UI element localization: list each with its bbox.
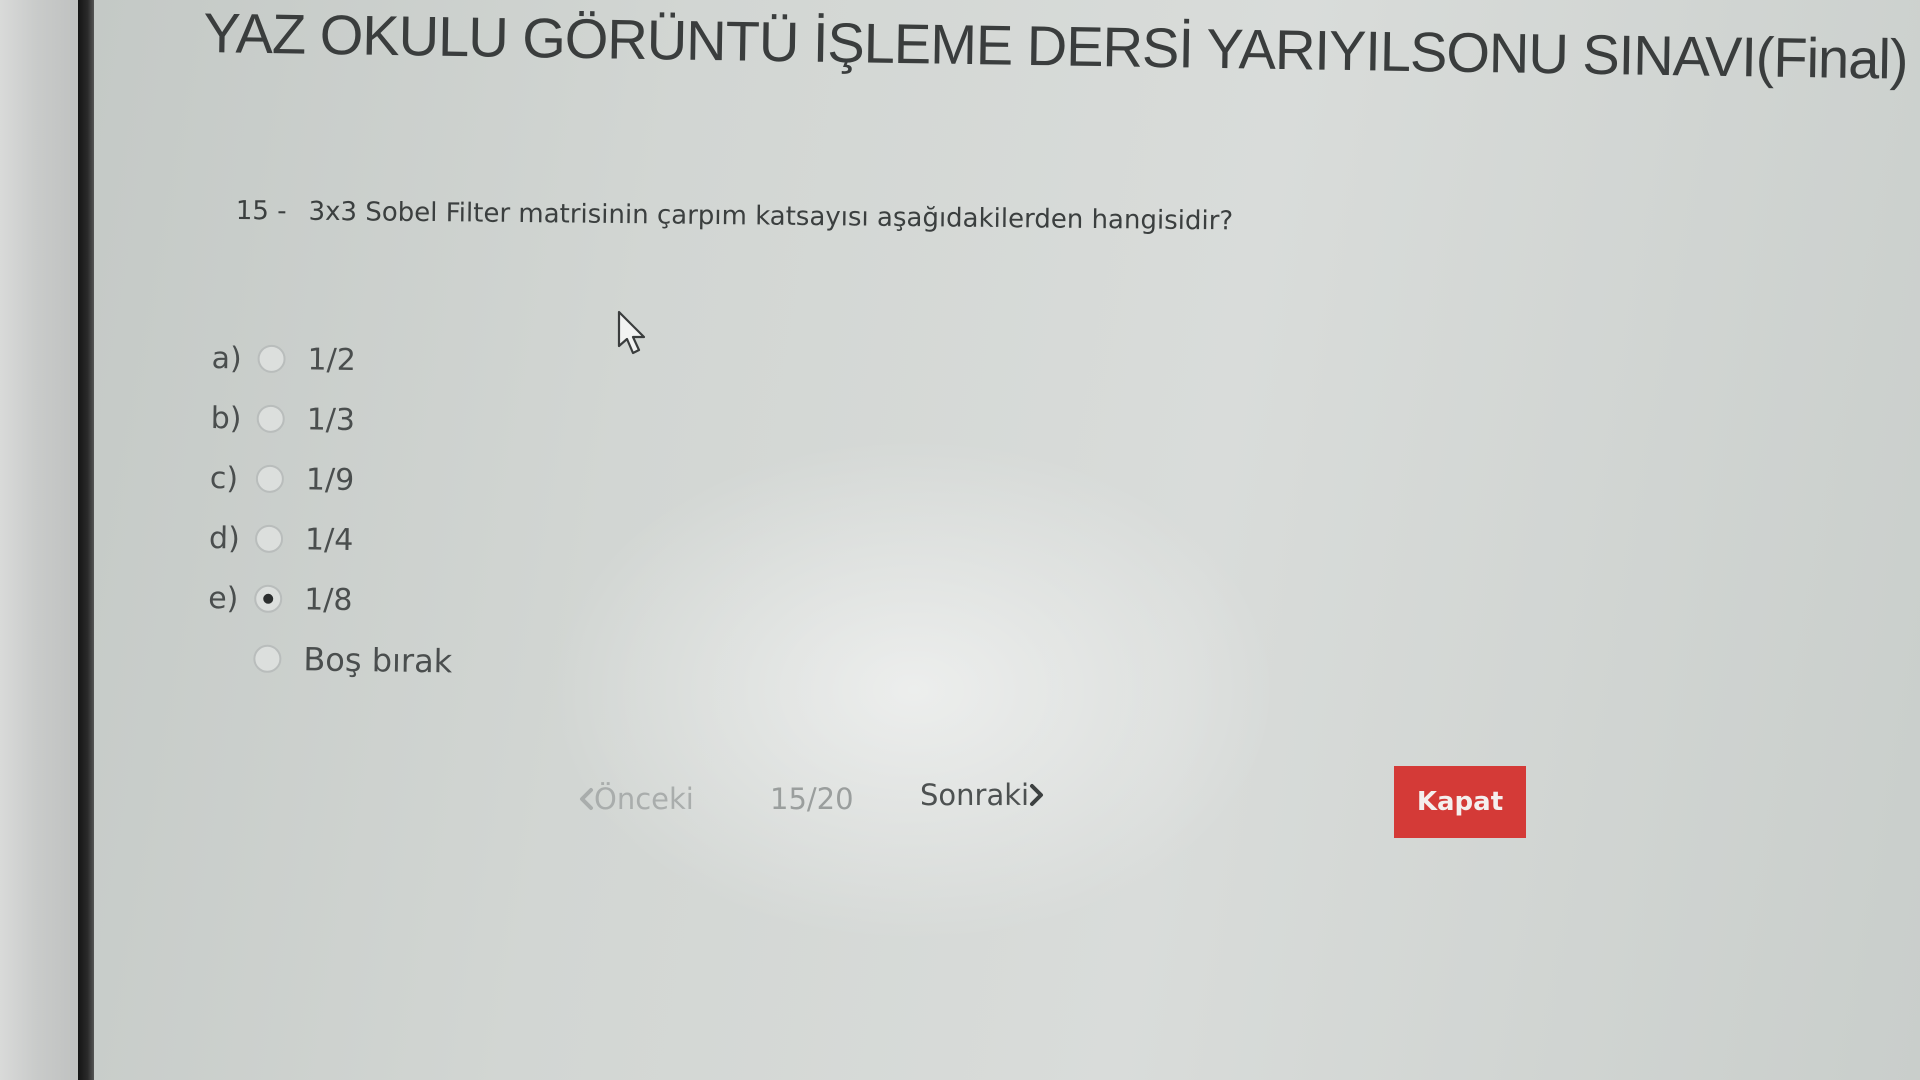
option-letter: d): [208, 520, 241, 556]
option-b[interactable]: b) 1/3: [210, 388, 456, 451]
option-b-radio[interactable]: [256, 404, 285, 434]
option-value: 1/8: [303, 581, 353, 618]
monitor-screen-edge: [78, 0, 94, 1080]
exam-screen: YAZ OKULU GÖRÜNTÜ İŞLEME DERSİ YARIYILSO…: [94, 0, 1920, 1080]
question-number: 15 -: [235, 196, 287, 227]
option-c[interactable]: c) 1/9: [209, 448, 455, 511]
option-letter: c): [209, 460, 239, 496]
question-text: 3x3 Sobel Filter matrisinin çarpım katsa…: [308, 196, 1234, 237]
monitor-bezel: [0, 0, 80, 1080]
option-value: 1/3: [306, 401, 356, 438]
option-letter: e): [207, 580, 239, 616]
answer-options: a) 1/2 b) 1/3 c) 1/9 d) 1/4 e) 1/8 Boş b…: [207, 328, 457, 691]
page-indicator: 15/20: [770, 782, 854, 816]
option-value: 1/4: [304, 521, 354, 558]
question-navigation: Önceki 15/20 Sonraki Kapat: [94, 760, 1920, 840]
option-a[interactable]: a) 1/2: [211, 328, 457, 391]
next-label: Sonraki: [920, 778, 1030, 812]
option-letter: b): [210, 400, 242, 436]
option-value: 1/9: [305, 461, 355, 498]
option-skip-radio[interactable]: [253, 644, 282, 673]
exam-title: YAZ OKULU GÖRÜNTÜ İŞLEME DERSİ YARIYILSO…: [202, 0, 1908, 91]
option-d-radio[interactable]: [254, 524, 284, 554]
option-d[interactable]: d) 1/4: [209, 508, 455, 571]
previous-button[interactable]: Önceki: [578, 782, 694, 816]
close-button[interactable]: Kapat: [1394, 766, 1526, 838]
option-letter-empty: [207, 658, 253, 659]
skip-label: Boş bırak: [303, 640, 453, 681]
option-a-radio[interactable]: [257, 344, 286, 374]
option-e[interactable]: e) 1/8: [208, 568, 454, 631]
chevron-left-icon: [580, 788, 593, 810]
question: 15 - 3x3 Sobel Filter matrisinin çarpım k…: [236, 196, 1234, 236]
option-e-radio[interactable]: [254, 584, 283, 614]
previous-label: Önceki: [594, 782, 694, 816]
mouse-pointer-icon: [617, 310, 646, 355]
next-button[interactable]: Sonraki: [920, 778, 1045, 812]
option-c-radio[interactable]: [255, 464, 285, 494]
option-value: 1/2: [307, 341, 357, 378]
option-letter: a): [211, 340, 242, 376]
chevron-right-icon: [1030, 784, 1044, 806]
option-skip[interactable]: Boş bırak: [207, 628, 453, 691]
